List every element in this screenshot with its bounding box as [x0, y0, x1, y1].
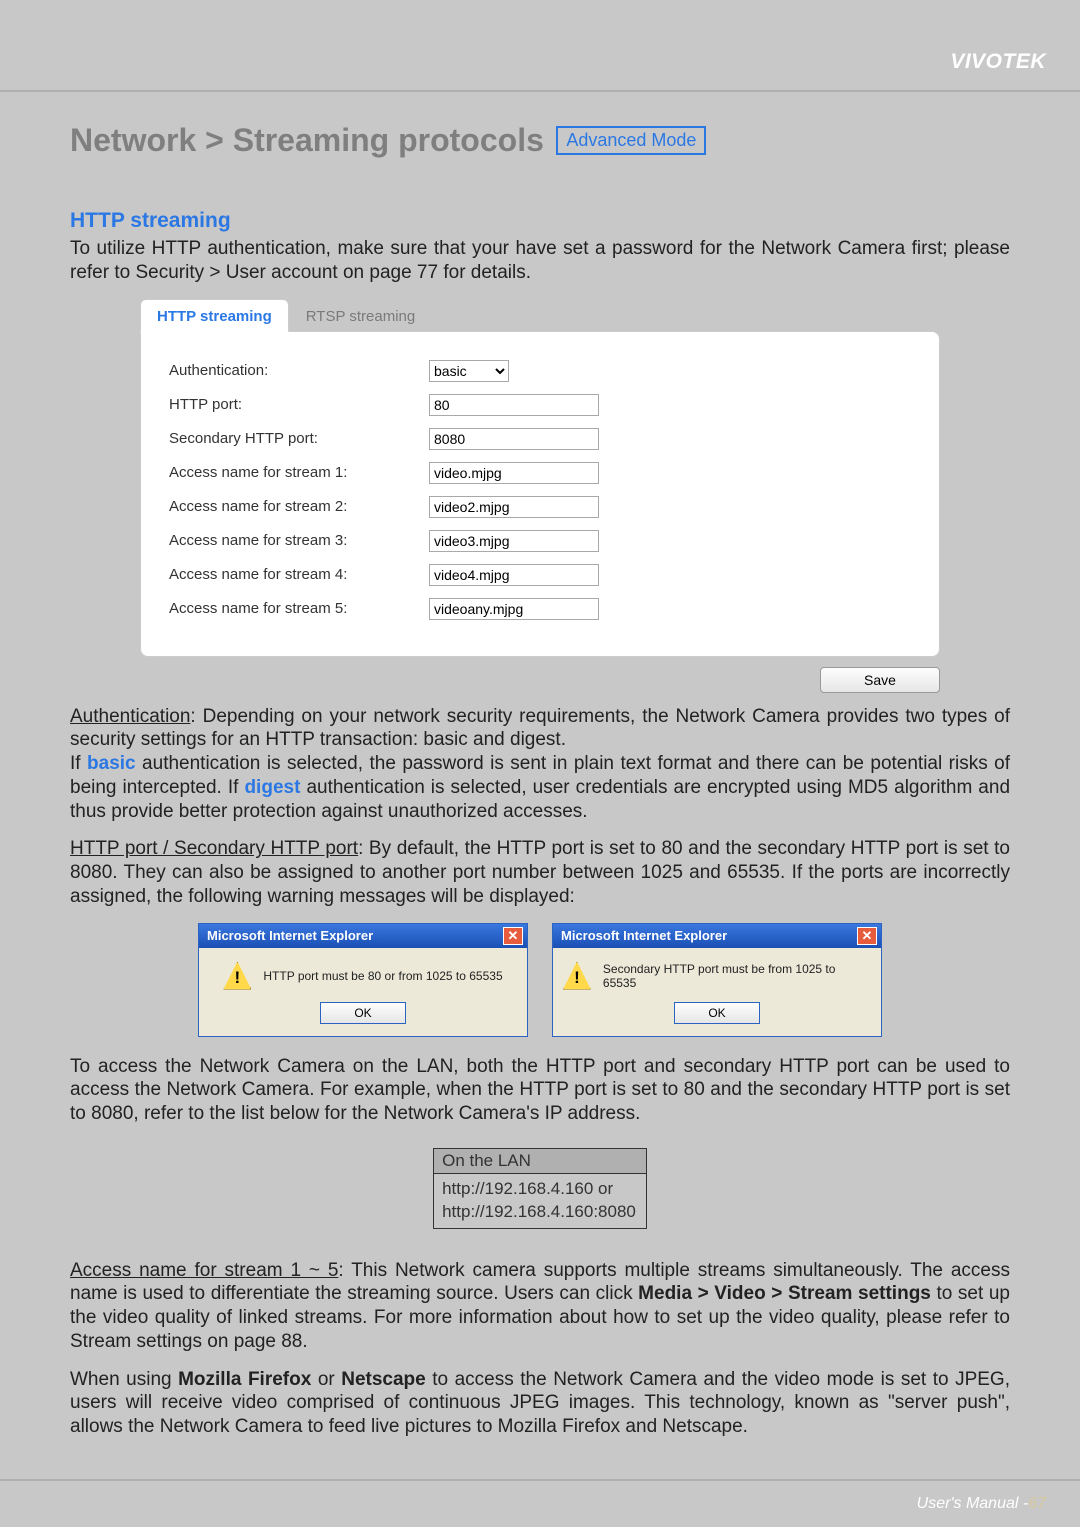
- port-lead: HTTP port / Secondary HTTP port: [70, 838, 358, 859]
- auth-paragraph: Authentication: Depending on your networ…: [70, 705, 1010, 824]
- warning-icon: !: [223, 962, 251, 990]
- port-paragraph: HTTP port / Secondary HTTP port: By defa…: [70, 837, 1010, 908]
- firefox-paragraph: When using Mozilla Firefox or Netscape t…: [70, 1368, 1010, 1439]
- auth-lead: Authentication: [70, 706, 190, 727]
- stream3-input[interactable]: [429, 530, 599, 552]
- auth-rest1: : Depending on your network security req…: [70, 706, 1010, 751]
- lan-row1: http://192.168.4.160 or: [442, 1179, 613, 1198]
- lan-paragraph: To access the Network Camera on the LAN,…: [70, 1055, 1010, 1126]
- lan-table-cell: http://192.168.4.160 or http://192.168.4…: [434, 1173, 647, 1228]
- http-port-label: HTTP port:: [169, 396, 429, 413]
- tab-rtsp-streaming[interactable]: RTSP streaming: [289, 299, 433, 332]
- auth-digest-keyword: digest: [244, 777, 300, 798]
- page-title: Network > Streaming protocols: [70, 122, 544, 159]
- ff-a: When using: [70, 1369, 178, 1390]
- dialog1-ok-button[interactable]: OK: [320, 1002, 406, 1024]
- access-bold1: Media > Video > Stream settings: [638, 1283, 931, 1304]
- stream1-input[interactable]: [429, 462, 599, 484]
- footer-page-number: 67: [1028, 1495, 1046, 1513]
- dialog2-message: Secondary HTTP port must be from 1025 to…: [603, 962, 871, 990]
- lan-table-header: On the LAN: [434, 1148, 647, 1173]
- auth-select[interactable]: basic: [429, 360, 509, 382]
- dialog2-title: Microsoft Internet Explorer: [561, 928, 727, 943]
- ff-b2: Netscape: [341, 1369, 426, 1390]
- sec-http-port-label: Secondary HTTP port:: [169, 430, 429, 447]
- stream5-input[interactable]: [429, 598, 599, 620]
- close-icon[interactable]: ✕: [857, 927, 877, 945]
- stream2-label: Access name for stream 2:: [169, 498, 429, 515]
- auth-rest2a: If: [70, 753, 87, 774]
- intro-paragraph: To utilize HTTP authentication, make sur…: [70, 237, 1010, 285]
- warning-dialog-1: Microsoft Internet Explorer ✕ ! HTTP por…: [198, 923, 528, 1037]
- stream2-input[interactable]: [429, 496, 599, 518]
- stream4-label: Access name for stream 4:: [169, 566, 429, 583]
- footer-manual-label: User's Manual -: [917, 1495, 1029, 1513]
- lan-table: On the LAN http://192.168.4.160 or http:…: [433, 1148, 647, 1229]
- streaming-tabs: HTTP streaming RTSP streaming: [140, 299, 1010, 332]
- ff-c: or: [311, 1369, 341, 1390]
- dialog2-ok-button[interactable]: OK: [674, 1002, 760, 1024]
- stream3-label: Access name for stream 3:: [169, 532, 429, 549]
- stream4-input[interactable]: [429, 564, 599, 586]
- http-streaming-panel: Authentication: basic HTTP port: Seconda…: [140, 331, 940, 657]
- section-title-http: HTTP streaming: [70, 209, 1010, 233]
- tab-http-streaming[interactable]: HTTP streaming: [140, 299, 289, 332]
- close-icon[interactable]: ✕: [503, 927, 523, 945]
- stream5-label: Access name for stream 5:: [169, 600, 429, 617]
- auth-basic-keyword: basic: [87, 753, 136, 774]
- warning-dialog-2: Microsoft Internet Explorer ✕ ! Secondar…: [552, 923, 882, 1037]
- sec-http-port-input[interactable]: [429, 428, 599, 450]
- access-paragraph: Access name for stream 1 ~ 5: This Netwo…: [70, 1259, 1010, 1354]
- dialog1-title: Microsoft Internet Explorer: [207, 928, 373, 943]
- access-lead: Access name for stream 1 ~ 5: [70, 1260, 338, 1281]
- stream1-label: Access name for stream 1:: [169, 464, 429, 481]
- ff-b1: Mozilla Firefox: [178, 1369, 311, 1390]
- mode-badge: Advanced Mode: [556, 126, 706, 155]
- auth-label: Authentication:: [169, 362, 429, 379]
- http-port-input[interactable]: [429, 394, 599, 416]
- warning-icon: !: [563, 962, 591, 990]
- lan-row2: http://192.168.4.160:8080: [442, 1202, 636, 1221]
- dialog1-message: HTTP port must be 80 or from 1025 to 655…: [263, 969, 502, 983]
- brand-label: VIVOTEK: [950, 50, 1046, 74]
- save-button[interactable]: Save: [820, 667, 940, 693]
